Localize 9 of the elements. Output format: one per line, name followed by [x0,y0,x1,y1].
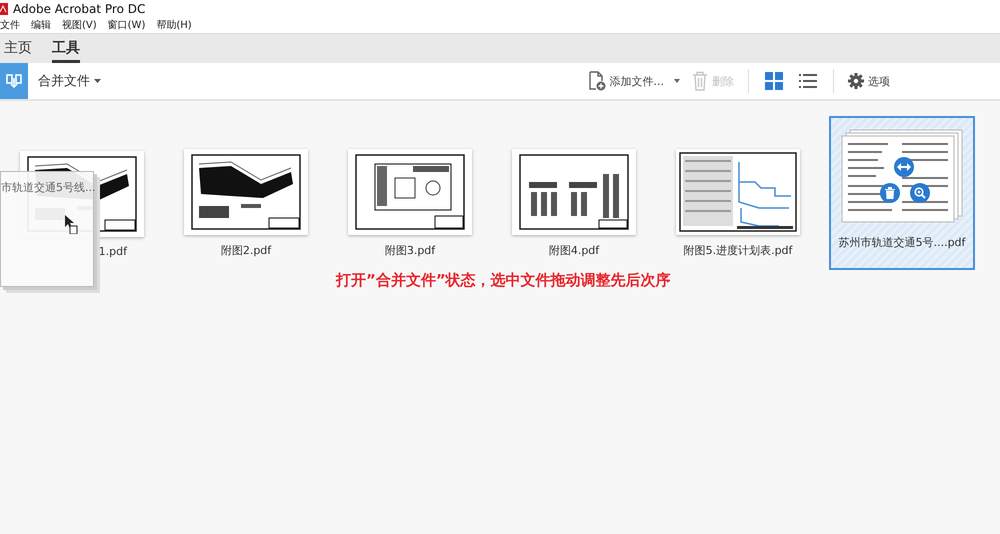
file-name: 1.pdf [98,245,127,258]
window-title: Adobe Acrobat Pro DC [13,2,146,16]
annotation-text: 打开”合并文件”状态，选中文件拖动调整先后次序 [336,271,671,290]
file-name: 苏州市轨道交通5号....pdf [838,235,966,250]
file-name: 附图3.pdf [384,243,436,258]
drag-ghost-label: 市轨道交通5号线... [1,180,96,195]
file-name: 附图2.pdf [220,243,272,258]
file-name: 附图5.进度计划表.pdf [684,243,792,258]
file-name: 附图4.pdf [548,243,600,258]
